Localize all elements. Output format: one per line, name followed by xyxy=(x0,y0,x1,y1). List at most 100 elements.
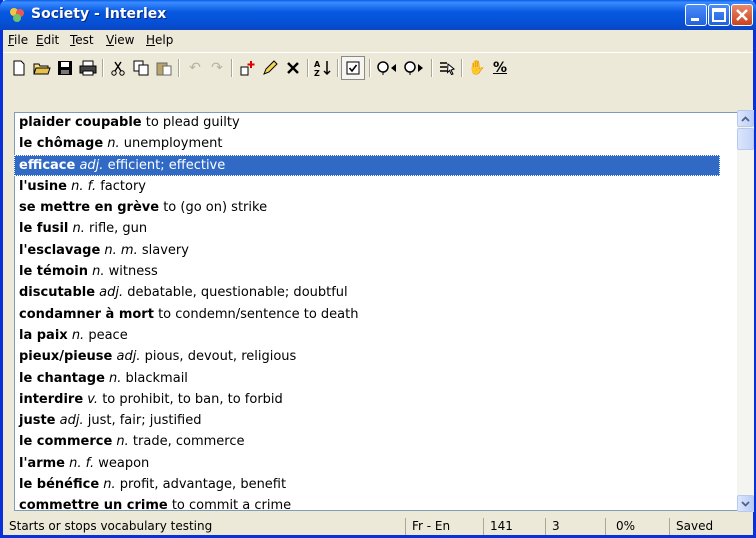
minimize-button[interactable] xyxy=(685,4,707,26)
undo-icon: ↶ xyxy=(189,60,201,76)
menu-edit[interactable]: Edit xyxy=(36,33,59,47)
menu-help-key: H xyxy=(146,33,156,47)
list-item[interactable]: la paix n. peace xyxy=(14,325,720,346)
entry-definition: weapon xyxy=(94,455,150,471)
entry-definition: rifle, gun xyxy=(84,221,148,237)
entry-term: le chômage xyxy=(19,136,104,152)
entry-definition: pious, devout, religious xyxy=(140,349,297,365)
entry-part-of-speech: n. xyxy=(99,477,116,493)
edit-entry-icon xyxy=(263,60,278,75)
app-icon xyxy=(10,8,24,22)
menu-file[interactable]: File xyxy=(8,33,28,47)
toolbar-separator xyxy=(307,59,308,77)
svg-text:A: A xyxy=(314,60,321,69)
cut-icon xyxy=(111,61,125,76)
entry-term: l'arme xyxy=(19,455,65,471)
entry-term: discutable xyxy=(19,285,96,301)
entry-part-of-speech: n. m. xyxy=(100,242,138,258)
list-item[interactable]: condamner à mort to condemn/sentence to … xyxy=(14,304,720,325)
status-percent: 0% xyxy=(605,518,669,535)
print-button[interactable] xyxy=(77,57,99,79)
new-icon xyxy=(13,60,25,76)
menu-edit-key: E xyxy=(36,33,44,47)
list-item[interactable]: le témoin n. witness xyxy=(14,261,720,282)
list-item[interactable]: efficace adj. efficient; effective xyxy=(14,154,720,176)
edit-entry-button[interactable] xyxy=(259,57,281,79)
entry-term: l'esclavage xyxy=(19,242,101,258)
menu-view[interactable]: View xyxy=(106,33,134,47)
list-item[interactable]: le chantage n. blackmail xyxy=(14,368,720,389)
entry-term: efficace xyxy=(19,157,76,173)
list-item[interactable]: plaider coupable to plead guilty xyxy=(14,112,720,133)
add-entry-icon xyxy=(240,61,255,76)
entry-term: le chantage xyxy=(19,370,105,386)
entry-term: se mettre en grève xyxy=(19,200,160,216)
entry-part-of-speech: adj. xyxy=(112,349,141,365)
list-item[interactable]: le fusil n. rifle, gun xyxy=(14,218,720,239)
save-button[interactable] xyxy=(54,57,76,79)
list-item[interactable]: l'usine n. f. factory xyxy=(14,176,720,197)
close-button[interactable] xyxy=(731,4,753,26)
entry-definition: trade, commerce xyxy=(128,434,245,450)
entry-term: condamner à mort xyxy=(19,306,154,322)
list-item[interactable]: commettre un crime to commit a crime xyxy=(14,495,720,516)
add-entry-button[interactable] xyxy=(236,57,258,79)
title-bar[interactable]: Society - Interlex xyxy=(0,0,756,30)
menu-test[interactable]: Test xyxy=(70,33,94,47)
menu-help-label: elp xyxy=(155,33,174,47)
entry-definition: witness xyxy=(104,264,158,280)
test-toggle-icon xyxy=(346,61,360,75)
vertical-scrollbar[interactable] xyxy=(737,110,754,512)
list-item[interactable]: l'arme n. f. weapon xyxy=(14,453,720,474)
cut-button[interactable] xyxy=(107,57,129,79)
entry-definition: profit, advantage, benefit xyxy=(115,477,287,493)
entry-term: le bénéfice xyxy=(19,477,100,493)
next-button[interactable] xyxy=(401,57,427,79)
toolbar-separator xyxy=(102,59,103,77)
list-item[interactable]: juste adj. just, fair; justified xyxy=(14,410,720,431)
entry-term: plaider coupable xyxy=(19,115,142,130)
entry-part-of-speech: n. f. xyxy=(64,455,95,471)
vocabulary-rows: plaider coupable to plead guilty le chôma… xyxy=(14,112,720,517)
minimize-icon xyxy=(691,18,699,21)
entry-part-of-speech: n. xyxy=(103,136,120,152)
list-item[interactable]: le commerce n. trade, commerce xyxy=(14,431,720,452)
list-item[interactable]: interdire v. to prohibit, to ban, to for… xyxy=(14,389,720,410)
menu-file-label: ile xyxy=(14,33,29,47)
list-item[interactable]: le chômage n. unemployment xyxy=(14,133,720,154)
delete-entry-button[interactable] xyxy=(282,57,304,79)
open-button[interactable] xyxy=(31,57,53,79)
list-item[interactable]: pieux/pieuse adj. pious, devout, religio… xyxy=(14,346,720,367)
previous-button[interactable] xyxy=(374,57,400,79)
new-button[interactable] xyxy=(8,57,30,79)
entry-part-of-speech: n. xyxy=(67,327,85,343)
select-button[interactable] xyxy=(436,57,458,79)
scroll-down-button[interactable] xyxy=(737,495,754,512)
redo-button[interactable]: ↷ xyxy=(206,57,228,79)
paste-button[interactable] xyxy=(153,57,175,79)
list-item[interactable]: le bénéfice n. profit, advantage, benefi… xyxy=(14,474,720,495)
menu-help[interactable]: Help xyxy=(146,33,173,47)
sort-button[interactable]: AZ xyxy=(312,57,334,79)
hand-button[interactable]: ✋ xyxy=(466,57,488,79)
status-message: Starts or stops vocabulary testing xyxy=(9,519,213,533)
maximize-icon xyxy=(712,8,726,22)
scroll-thumb[interactable] xyxy=(737,128,754,150)
entry-term: le fusil xyxy=(19,221,69,237)
copy-button[interactable] xyxy=(130,57,152,79)
scroll-up-button[interactable] xyxy=(737,110,754,127)
entry-part-of-speech: n. xyxy=(112,434,129,450)
percent-button[interactable]: % xyxy=(489,57,511,79)
entry-part-of-speech: v. xyxy=(83,391,99,407)
list-item[interactable]: discutable adj. debatable, questionable;… xyxy=(14,282,720,303)
menu-view-label: iew xyxy=(113,33,135,47)
test-toggle-button[interactable] xyxy=(341,56,365,80)
list-item[interactable]: se mettre en grève to (go on) strike xyxy=(14,197,720,218)
entry-part-of-speech: adj. xyxy=(55,413,84,429)
list-item[interactable]: l'esclavage n. m. slavery xyxy=(14,240,720,261)
entry-definition: debatable, questionable; doubtful xyxy=(123,285,348,301)
maximize-button[interactable] xyxy=(708,4,730,26)
undo-button[interactable]: ↶ xyxy=(184,57,206,79)
entry-term: le commerce xyxy=(19,434,113,450)
entry-term: interdire xyxy=(19,391,84,407)
